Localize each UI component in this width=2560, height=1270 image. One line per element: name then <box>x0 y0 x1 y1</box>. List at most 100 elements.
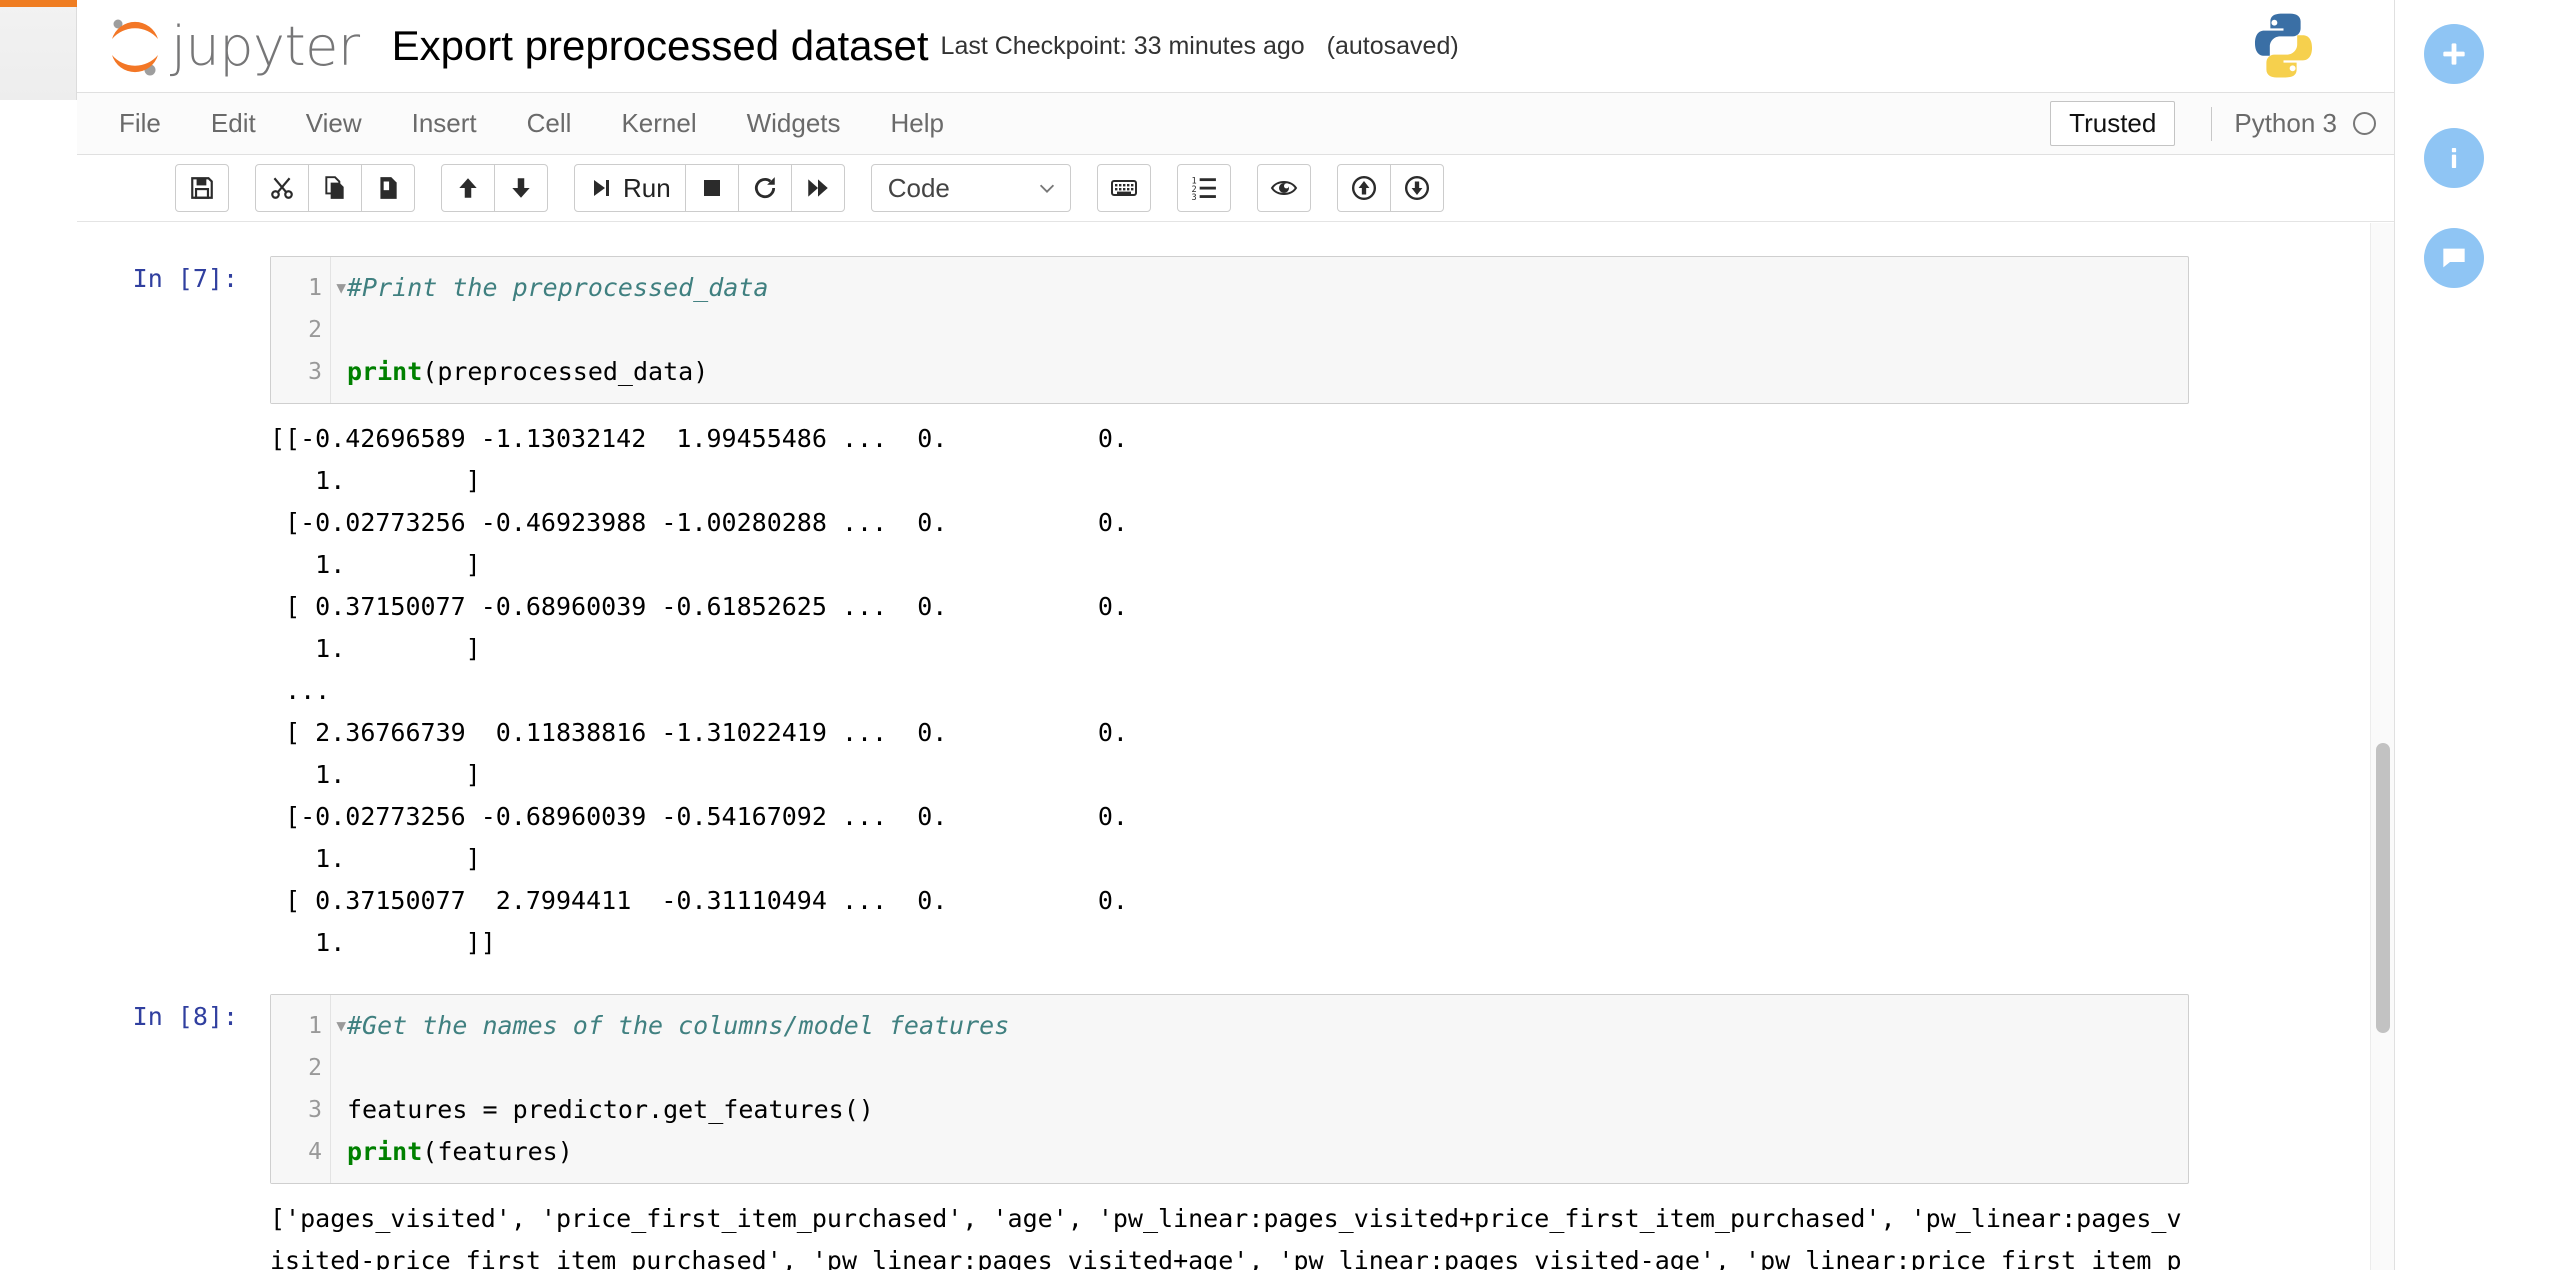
cell-output-stream: [[-0.42696589 -1.13032142 1.99455486 ...… <box>270 404 2189 964</box>
cell-type-value: Code <box>888 173 950 204</box>
cell-source-code[interactable]: #Print the preprocessed_data print(prepr… <box>331 257 2188 403</box>
scissors-icon <box>269 175 295 201</box>
keyboard-icon <box>1110 174 1138 202</box>
code-assignment-line: features = predictor.get_features() <box>347 1095 874 1124</box>
info-icon <box>2438 142 2470 174</box>
toolbar: Run <box>77 155 2394 222</box>
save-icon <box>189 175 215 201</box>
run-icon <box>589 176 613 200</box>
upload-button[interactable] <box>1337 164 1391 212</box>
notebook-cell[interactable]: In [7]: 1▼ 2 3 #Print the preprocessed_d… <box>77 256 2394 964</box>
chat-button[interactable] <box>2424 228 2484 288</box>
paste-icon <box>375 175 401 201</box>
clipped-output-text: SV 1.00 False 0 0 <box>270 222 2394 226</box>
svg-text:3: 3 <box>1191 193 1196 201</box>
notebook-title[interactable]: Export preprocessed dataset <box>392 22 929 70</box>
menu-edit[interactable]: Edit <box>191 100 276 147</box>
code-comment-line: #Print the preprocessed_data <box>347 273 768 302</box>
stop-square-icon <box>700 176 724 200</box>
python-logo-icon <box>2247 9 2320 87</box>
paste-button[interactable] <box>361 164 415 212</box>
line-number: 2 <box>271 309 330 351</box>
toolbar-group-visibility <box>1257 164 1311 212</box>
restart-icon <box>752 175 778 201</box>
line-number: 3 <box>271 1089 330 1131</box>
add-button[interactable] <box>2424 24 2484 84</box>
clipped-previous-output: SV 1.00 False 0 0 <box>270 222 2394 226</box>
line-number: 4 <box>271 1131 330 1173</box>
cell-prompt-in-8: In [8]: <box>77 1002 252 1031</box>
toolbar-group-toc: 1 2 3 <box>1177 164 1231 212</box>
run-button[interactable]: Run <box>574 164 686 212</box>
toolbar-group-move <box>441 164 548 212</box>
menu-insert[interactable]: Insert <box>392 100 497 147</box>
toolbar-group-clipboard <box>255 164 415 212</box>
menu-help[interactable]: Help <box>871 100 964 147</box>
cell-output-stream: ['pages_visited', 'price_first_item_purc… <box>270 1184 2189 1270</box>
kernel-name-label[interactable]: Python 3 <box>2234 108 2337 139</box>
cell-input-area[interactable]: 1▼ 2 3 #Print the preprocessed_data prin… <box>270 256 2189 404</box>
top-accent-bar <box>0 0 77 7</box>
notebook-cells-container: SV 1.00 False 0 0 In [7]: 1▼ 2 3 #Print … <box>77 222 2394 1270</box>
menu-file[interactable]: File <box>99 100 181 147</box>
table-of-contents-button[interactable]: 1 2 3 <box>1177 164 1231 212</box>
upload-circle-icon <box>1351 175 1377 201</box>
plus-icon <box>2438 38 2470 70</box>
restart-and-run-all-button[interactable] <box>791 164 845 212</box>
notebook-vertical-scrollbar[interactable] <box>2370 223 2394 1270</box>
info-button[interactable] <box>2424 128 2484 188</box>
toggle-output-button[interactable] <box>1257 164 1311 212</box>
chat-icon <box>2438 242 2470 274</box>
interrupt-kernel-button[interactable] <box>685 164 739 212</box>
move-cell-up-button[interactable] <box>441 164 495 212</box>
code-call-argument: (preprocessed_data) <box>422 357 708 386</box>
restart-kernel-button[interactable] <box>738 164 792 212</box>
menubar-divider <box>2211 107 2212 141</box>
notebook-cell[interactable]: In [8]: 1▼ 2 3 4 #Get the names of the c… <box>77 994 2394 1270</box>
autosaved-status: (autosaved) <box>1327 32 1459 61</box>
save-button[interactable] <box>175 164 229 212</box>
code-comment-line: #Get the names of the columns/model feat… <box>347 1011 1009 1040</box>
scrollbar-thumb[interactable] <box>2376 743 2390 1033</box>
toolbar-group-save <box>175 164 229 212</box>
fold-chevron-icon[interactable]: ▼ <box>336 1005 346 1047</box>
line-number-gutter: 1▼ 2 3 <box>271 257 331 403</box>
jupyter-logo[interactable]: jupyter <box>106 14 360 78</box>
menu-view[interactable]: View <box>286 100 382 147</box>
jupyter-wordmark: jupyter <box>171 15 360 78</box>
jupyter-logo-icon <box>106 14 164 78</box>
cell-prompt-in-7: In [7]: <box>77 264 252 293</box>
browser-chrome-left-strip <box>0 0 77 100</box>
menu-widgets[interactable]: Widgets <box>727 100 861 147</box>
cell-type-select[interactable]: Code <box>871 164 1071 212</box>
code-call-argument: (features) <box>422 1137 573 1166</box>
trusted-button[interactable]: Trusted <box>2050 101 2175 146</box>
cell-input-area[interactable]: 1▼ 2 3 4 #Get the names of the columns/m… <box>270 994 2189 1184</box>
chevron-down-icon <box>1036 177 1058 199</box>
arrow-up-icon <box>455 175 481 201</box>
line-number: 2 <box>271 1047 330 1089</box>
line-number: 3 <box>271 351 330 393</box>
download-circle-icon <box>1404 175 1430 201</box>
menubar: File Edit View Insert Cell Kernel Widget… <box>77 93 2394 155</box>
download-button[interactable] <box>1390 164 1444 212</box>
code-builtin-print: print <box>347 357 422 386</box>
copy-icon <box>322 175 348 201</box>
kernel-idle-circle-icon[interactable] <box>2353 112 2376 135</box>
notebook-scroll-area[interactable]: SV 1.00 False 0 0 In [7]: 1▼ 2 3 #Print … <box>77 222 2394 1270</box>
right-rail <box>2396 0 2560 1270</box>
notebook-page: jupyter Export preprocessed dataset Last… <box>77 0 2395 1270</box>
move-cell-down-button[interactable] <box>494 164 548 212</box>
last-checkpoint: Last Checkpoint: 33 minutes ago <box>941 32 1305 61</box>
eye-icon <box>1270 175 1298 201</box>
menu-cell[interactable]: Cell <box>507 100 592 147</box>
copy-button[interactable] <box>308 164 362 212</box>
cell-source-code[interactable]: #Get the names of the columns/model feat… <box>331 995 2188 1183</box>
menu-kernel[interactable]: Kernel <box>601 100 716 147</box>
toolbar-group-execute: Run <box>574 164 845 212</box>
cut-button[interactable] <box>255 164 309 212</box>
command-palette-button[interactable] <box>1097 164 1151 212</box>
line-number: 1▼ <box>271 267 330 309</box>
menubar-right-group: Trusted Python 3 <box>2050 93 2376 154</box>
fold-chevron-icon[interactable]: ▼ <box>336 267 346 309</box>
